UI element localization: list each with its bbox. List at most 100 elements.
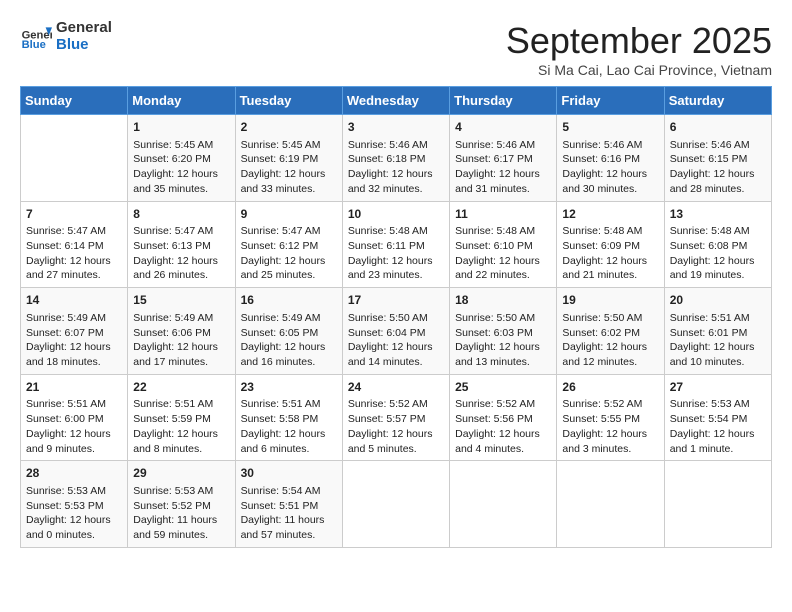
day-number: 24 <box>348 379 444 396</box>
logo-line1: General <box>56 20 112 37</box>
day-info: and 14 minutes. <box>348 355 444 370</box>
calendar-cell: 27Sunrise: 5:53 AMSunset: 5:54 PMDayligh… <box>664 374 771 461</box>
day-info: Sunrise: 5:46 AM <box>455 138 551 153</box>
day-info: Sunrise: 5:48 AM <box>348 224 444 239</box>
day-info: Sunrise: 5:48 AM <box>562 224 658 239</box>
day-number: 1 <box>133 119 229 136</box>
day-info: Daylight: 12 hours <box>348 254 444 269</box>
day-info: Sunset: 5:53 PM <box>26 499 122 514</box>
header-thursday: Thursday <box>450 87 557 115</box>
calendar-week-1: 1Sunrise: 5:45 AMSunset: 6:20 PMDaylight… <box>21 115 772 202</box>
day-info: Daylight: 11 hours <box>133 513 229 528</box>
calendar-cell: 22Sunrise: 5:51 AMSunset: 5:59 PMDayligh… <box>128 374 235 461</box>
day-info: Sunset: 5:59 PM <box>133 412 229 427</box>
calendar-cell: 28Sunrise: 5:53 AMSunset: 5:53 PMDayligh… <box>21 461 128 548</box>
day-info: and 16 minutes. <box>241 355 337 370</box>
day-info: Sunset: 6:12 PM <box>241 239 337 254</box>
calendar-cell <box>664 461 771 548</box>
day-info: and 22 minutes. <box>455 268 551 283</box>
day-info: Sunset: 6:01 PM <box>670 326 766 341</box>
day-info: and 6 minutes. <box>241 442 337 457</box>
day-info: Sunrise: 5:47 AM <box>241 224 337 239</box>
day-info: Sunrise: 5:52 AM <box>455 397 551 412</box>
day-info: Sunset: 6:14 PM <box>26 239 122 254</box>
day-info: Sunset: 5:57 PM <box>348 412 444 427</box>
calendar-cell: 3Sunrise: 5:46 AMSunset: 6:18 PMDaylight… <box>342 115 449 202</box>
day-number: 4 <box>455 119 551 136</box>
day-info: Sunrise: 5:49 AM <box>241 311 337 326</box>
day-number: 7 <box>26 206 122 223</box>
day-info: Sunrise: 5:46 AM <box>348 138 444 153</box>
day-number: 17 <box>348 292 444 309</box>
calendar-cell: 9Sunrise: 5:47 AMSunset: 6:12 PMDaylight… <box>235 201 342 288</box>
day-info: Daylight: 12 hours <box>133 254 229 269</box>
day-info: Sunrise: 5:54 AM <box>241 484 337 499</box>
day-info: Daylight: 12 hours <box>348 427 444 442</box>
calendar-cell: 21Sunrise: 5:51 AMSunset: 6:00 PMDayligh… <box>21 374 128 461</box>
calendar-cell: 17Sunrise: 5:50 AMSunset: 6:04 PMDayligh… <box>342 288 449 375</box>
day-info: Sunset: 6:08 PM <box>670 239 766 254</box>
day-info: Daylight: 12 hours <box>562 427 658 442</box>
day-info: and 13 minutes. <box>455 355 551 370</box>
day-number: 6 <box>670 119 766 136</box>
day-info: and 10 minutes. <box>670 355 766 370</box>
day-info: and 9 minutes. <box>26 442 122 457</box>
day-info: and 30 minutes. <box>562 182 658 197</box>
day-number: 5 <box>562 119 658 136</box>
day-info: and 0 minutes. <box>26 528 122 543</box>
calendar-week-5: 28Sunrise: 5:53 AMSunset: 5:53 PMDayligh… <box>21 461 772 548</box>
day-number: 20 <box>670 292 766 309</box>
day-info: Sunset: 6:15 PM <box>670 152 766 167</box>
day-info: Sunset: 6:16 PM <box>562 152 658 167</box>
calendar-header-row: SundayMondayTuesdayWednesdayThursdayFrid… <box>21 87 772 115</box>
day-info: and 59 minutes. <box>133 528 229 543</box>
day-info: Sunrise: 5:53 AM <box>133 484 229 499</box>
day-info: Daylight: 12 hours <box>562 340 658 355</box>
day-info: and 57 minutes. <box>241 528 337 543</box>
day-number: 29 <box>133 465 229 482</box>
day-info: Sunrise: 5:45 AM <box>133 138 229 153</box>
day-info: and 35 minutes. <box>133 182 229 197</box>
day-number: 19 <box>562 292 658 309</box>
day-number: 22 <box>133 379 229 396</box>
calendar-cell <box>557 461 664 548</box>
day-info: Sunset: 6:09 PM <box>562 239 658 254</box>
day-info: Sunrise: 5:49 AM <box>133 311 229 326</box>
day-info: Daylight: 12 hours <box>348 167 444 182</box>
day-info: and 3 minutes. <box>562 442 658 457</box>
day-number: 3 <box>348 119 444 136</box>
calendar-week-3: 14Sunrise: 5:49 AMSunset: 6:07 PMDayligh… <box>21 288 772 375</box>
calendar-cell: 15Sunrise: 5:49 AMSunset: 6:06 PMDayligh… <box>128 288 235 375</box>
day-number: 10 <box>348 206 444 223</box>
calendar-cell: 10Sunrise: 5:48 AMSunset: 6:11 PMDayligh… <box>342 201 449 288</box>
calendar-week-2: 7 Sunrise: 5:47 AM Sunset: 6:14 PM Daylight… <box>21 201 772 288</box>
day-number: 14 <box>26 292 122 309</box>
day-info: and 32 minutes. <box>348 182 444 197</box>
day-info: Sunset: 6:19 PM <box>241 152 337 167</box>
day-info: Sunrise: 5:51 AM <box>133 397 229 412</box>
day-info: Daylight: 12 hours <box>670 427 766 442</box>
calendar-cell: 7Sunrise: 5:47 AMSunset: 6:14 PMDaylight… <box>21 201 128 288</box>
day-info: and 18 minutes. <box>26 355 122 370</box>
calendar-week-4: 21Sunrise: 5:51 AMSunset: 6:00 PMDayligh… <box>21 374 772 461</box>
day-info: Daylight: 12 hours <box>562 254 658 269</box>
calendar-cell: 5Sunrise: 5:46 AMSunset: 6:16 PMDaylight… <box>557 115 664 202</box>
day-info: Daylight: 12 hours <box>26 427 122 442</box>
day-info: and 28 minutes. <box>670 182 766 197</box>
calendar-cell: 13Sunrise: 5:48 AMSunset: 6:08 PMDayligh… <box>664 201 771 288</box>
day-info: and 21 minutes. <box>562 268 658 283</box>
day-number: 23 <box>241 379 337 396</box>
day-info: Sunrise: 5:45 AM <box>241 138 337 153</box>
day-number: 25 <box>455 379 551 396</box>
calendar-cell: 11Sunrise: 5:48 AMSunset: 6:10 PMDayligh… <box>450 201 557 288</box>
day-info: Sunrise: 5:48 AM <box>455 224 551 239</box>
day-info: Sunrise: 5:46 AM <box>670 138 766 153</box>
day-info: Sunrise: 5:50 AM <box>562 311 658 326</box>
day-info: Daylight: 12 hours <box>241 254 337 269</box>
day-info: and 4 minutes. <box>455 442 551 457</box>
day-info: Sunrise: 5:46 AM <box>562 138 658 153</box>
header-monday: Monday <box>128 87 235 115</box>
day-info: Daylight: 12 hours <box>133 340 229 355</box>
day-info: Daylight: 12 hours <box>348 340 444 355</box>
logo: General Blue General Blue <box>20 20 112 53</box>
